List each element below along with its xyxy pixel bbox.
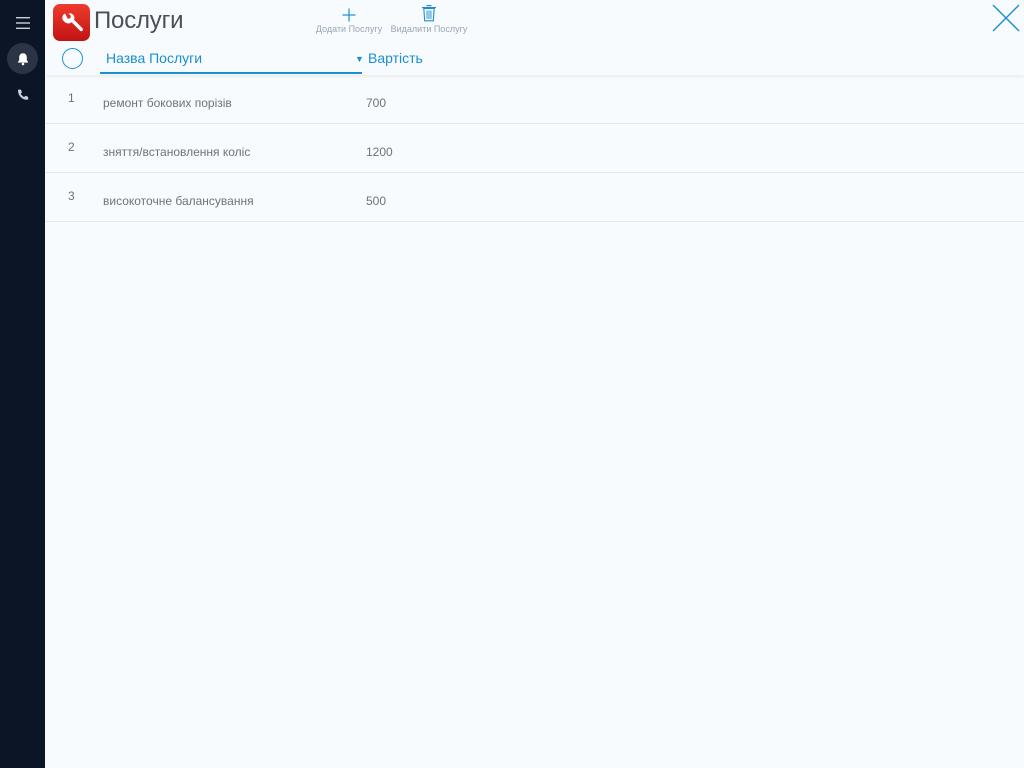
app-icon xyxy=(53,4,90,41)
notifications-button[interactable] xyxy=(7,43,38,74)
select-all-checkbox[interactable] xyxy=(62,48,83,69)
row-service-name: високоточне балансування xyxy=(103,194,254,208)
bell-icon xyxy=(17,52,28,65)
main-panel: Послуги Додати Послугу Видалити Послугу … xyxy=(45,0,1024,768)
close-button[interactable] xyxy=(991,3,1021,33)
row-service-name: ремонт бокових порізів xyxy=(103,96,232,110)
sort-desc-icon: ▼ xyxy=(355,54,364,64)
row-number: 3 xyxy=(68,189,75,203)
phone-icon xyxy=(17,89,28,100)
row-service-price: 500 xyxy=(366,194,387,208)
trash-icon xyxy=(422,5,436,22)
sidebar xyxy=(0,0,45,768)
phone-button[interactable] xyxy=(7,79,38,110)
table-row[interactable]: 3 високоточне балансування 500 xyxy=(45,173,1024,222)
column-header-name[interactable]: Назва Послуги xyxy=(100,48,362,74)
row-service-price: 1200 xyxy=(366,145,393,159)
delete-service-label: Видалити Послугу xyxy=(390,24,468,34)
row-service-price: 700 xyxy=(366,96,387,110)
menu-button[interactable] xyxy=(7,7,38,38)
add-service-label: Додати Послугу xyxy=(315,24,383,34)
plus-icon xyxy=(342,8,356,22)
add-service-button[interactable]: Додати Послугу xyxy=(315,2,383,34)
column-name-label: Назва Послуги xyxy=(106,50,203,66)
row-number: 2 xyxy=(68,140,75,154)
close-icon xyxy=(992,4,1020,32)
table-row[interactable]: 2 зняття/встановлення коліс 1200 xyxy=(45,124,1024,173)
header: Послуги Додати Послугу Видалити Послугу … xyxy=(45,0,1024,75)
wrench-icon xyxy=(61,12,83,31)
row-service-name: зняття/встановлення коліс xyxy=(103,145,251,159)
menu-icon xyxy=(15,16,30,29)
services-list: 1 ремонт бокових порізів 700 2 зняття/вс… xyxy=(45,75,1024,222)
table-row[interactable]: 1 ремонт бокових порізів 700 xyxy=(45,75,1024,124)
page-title: Послуги xyxy=(94,7,184,34)
column-header-price[interactable]: Вартість xyxy=(368,50,423,66)
row-number: 1 xyxy=(68,91,75,105)
delete-service-button[interactable]: Видалити Послугу xyxy=(390,2,468,34)
